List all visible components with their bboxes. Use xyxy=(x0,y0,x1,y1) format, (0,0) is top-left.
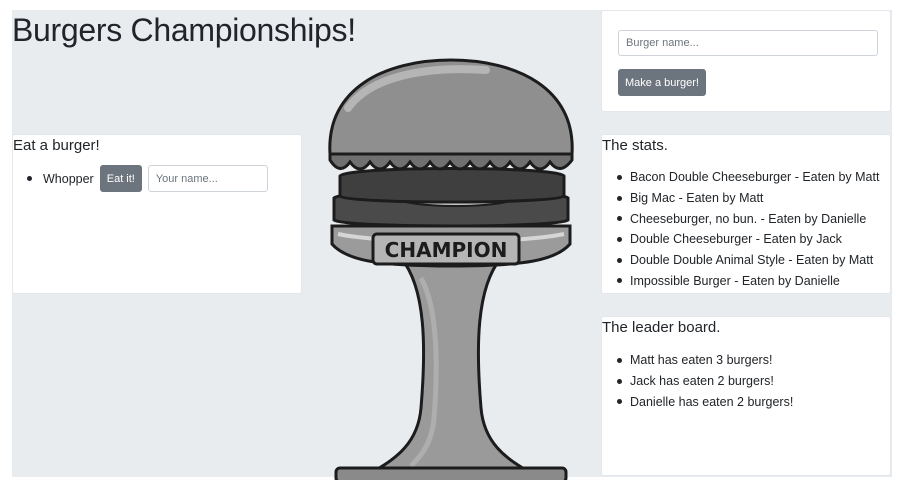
bullet-icon xyxy=(617,236,622,242)
bullet-icon xyxy=(27,176,32,181)
patty-upper xyxy=(338,167,566,204)
list-item: Danielle has eaten 2 burgers! xyxy=(617,391,793,412)
bullet-icon xyxy=(617,257,622,263)
burger-name: Whopper xyxy=(43,171,94,186)
list-item: Big Mac - Eaten by Matt xyxy=(617,188,879,209)
eat-burger-panel: Eat a burger! Whopper Eat it! xyxy=(12,134,302,294)
list-item: Double Cheeseburger - Eaten by Jack xyxy=(617,229,879,250)
leaderboard-title: The leader board. xyxy=(602,319,721,336)
plaque-text: CHAMPION xyxy=(385,238,508,262)
bullet-icon xyxy=(617,399,622,405)
leader-text: Jack has eaten 2 burgers! xyxy=(630,374,774,389)
make-burger-panel: Make a burger! xyxy=(601,10,891,112)
leaderboard-panel: The leader board. Matt has eaten 3 burge… xyxy=(601,316,891,476)
stat-text: Double Cheeseburger - Eaten by Jack xyxy=(630,232,842,247)
leader-text: Matt has eaten 3 burgers! xyxy=(630,353,773,368)
eat-burger-title: Eat a burger! xyxy=(13,137,100,154)
bullet-icon xyxy=(617,357,622,363)
eat-it-button[interactable]: Eat it! xyxy=(99,165,142,192)
list-item: Bacon Double Cheeseburger - Eaten by Mat… xyxy=(617,167,879,188)
leaderboard-list: Matt has eaten 3 burgers! Jack has eaten… xyxy=(617,350,793,412)
list-item: Cheeseburger, no bun. - Eaten by Daniell… xyxy=(617,208,879,229)
stat-text: Cheeseburger, no bun. - Eaten by Daniell… xyxy=(630,211,867,226)
stat-text: Impossible Burger - Eaten by Danielle xyxy=(630,273,840,288)
top-bun xyxy=(328,58,574,156)
eater-name-input[interactable] xyxy=(147,165,268,192)
bullet-icon xyxy=(617,278,622,284)
bullet-icon xyxy=(617,174,622,180)
stat-text: Double Double Animal Style - Eaten by Ma… xyxy=(630,253,874,268)
champion-trophy-illustration: CHAMPION xyxy=(328,58,574,480)
make-burger-button[interactable]: Make a burger! xyxy=(618,69,706,96)
page-title: Burgers Championships! xyxy=(12,12,356,48)
trophy-stem xyxy=(370,256,532,472)
bullet-icon xyxy=(617,195,622,201)
stat-text: Bacon Double Cheeseburger - Eaten by Mat… xyxy=(630,170,880,185)
list-item: Impossible Burger - Eaten by Danielle xyxy=(617,270,879,291)
list-item: Double Double Animal Style - Eaten by Ma… xyxy=(617,250,879,271)
list-item: Matt has eaten 3 burgers! xyxy=(617,350,793,371)
bullet-icon xyxy=(617,378,622,384)
stats-title: The stats. xyxy=(602,137,668,154)
list-item: Whopper Eat it! xyxy=(27,165,268,192)
stat-text: Big Mac - Eaten by Matt xyxy=(630,191,764,206)
stats-list: Bacon Double Cheeseburger - Eaten by Mat… xyxy=(617,167,879,291)
list-item: Jack has eaten 2 burgers! xyxy=(617,371,793,392)
burger-name-input[interactable] xyxy=(618,30,878,56)
stats-panel: The stats. Bacon Double Cheeseburger - E… xyxy=(601,134,891,294)
bullet-icon xyxy=(617,216,622,222)
trophy-base xyxy=(334,466,568,480)
leader-text: Danielle has eaten 2 burgers! xyxy=(630,394,794,409)
